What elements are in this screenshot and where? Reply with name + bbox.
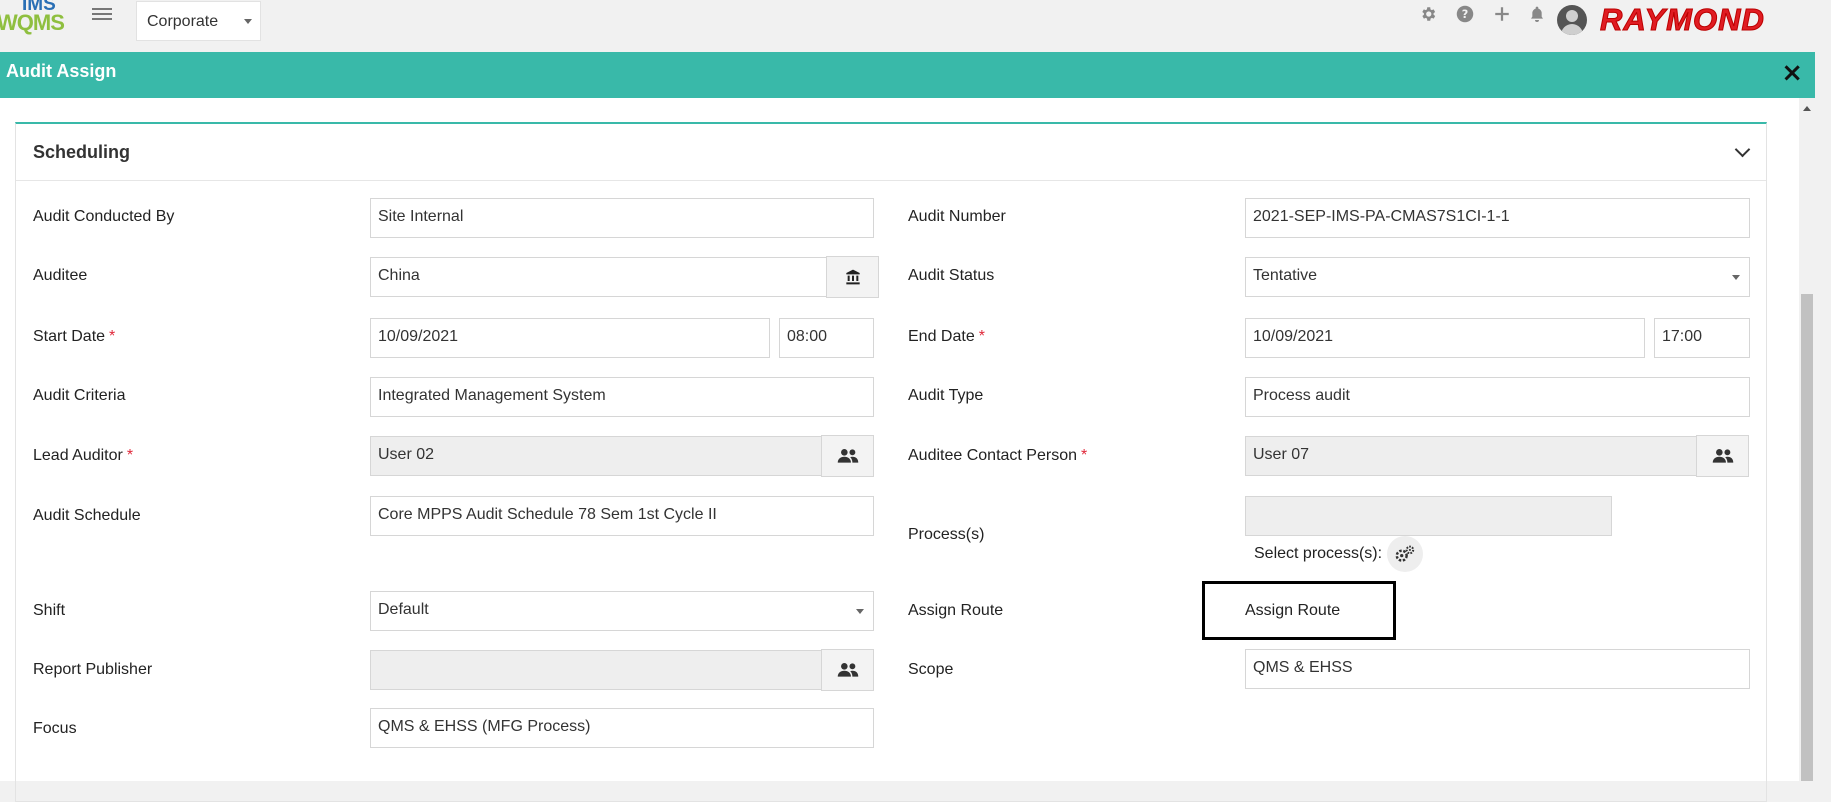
modal-header: Audit Assign × — [0, 52, 1815, 98]
help-icon[interactable]: ? — [1454, 5, 1476, 27]
chevron-down-icon[interactable] — [1734, 141, 1751, 158]
audit-assign-modal: Audit Assign × Scheduling Audit Conducte… — [0, 52, 1815, 802]
required-mark: * — [109, 328, 116, 345]
chevron-down-icon — [1732, 275, 1740, 280]
cogs-icon[interactable] — [1387, 536, 1423, 572]
plus-icon[interactable] — [1491, 5, 1513, 27]
label-shift: Shift — [33, 602, 66, 619]
organization-select-value: Corporate — [147, 13, 219, 30]
label-end-date: End Date * — [908, 328, 985, 345]
processes-input[interactable] — [1245, 496, 1612, 536]
users-icon[interactable] — [1696, 435, 1749, 477]
start-date-input[interactable]: 10/09/2021 — [370, 318, 770, 358]
panel-header[interactable]: Scheduling — [16, 124, 1766, 181]
lead-auditor-input[interactable]: User 02 — [370, 436, 822, 476]
label-focus: Focus — [33, 720, 77, 737]
auditee-input[interactable]: China — [370, 257, 827, 297]
organization-select[interactable]: Corporate — [136, 1, 261, 41]
chevron-down-icon — [856, 609, 864, 614]
report-publisher-input[interactable] — [370, 650, 822, 690]
close-icon[interactable]: × — [1781, 60, 1803, 86]
brand-logo-raymond: RAYMOND — [1600, 2, 1765, 38]
audit-status-select[interactable]: Tentative — [1245, 257, 1750, 297]
required-mark: * — [126, 447, 134, 464]
focus-input[interactable]: QMS & EHSS (MFG Process) — [370, 708, 874, 748]
label-audit-status: Audit Status — [908, 267, 995, 284]
audit-conducted-by-input[interactable]: Site Internal — [370, 198, 874, 238]
users-icon[interactable] — [821, 649, 874, 691]
gear-icon[interactable] — [1417, 5, 1439, 27]
modal-scrollbar[interactable] — [1799, 98, 1815, 781]
assign-route-button[interactable]: Assign Route — [1202, 581, 1396, 640]
bank-icon[interactable] — [826, 256, 879, 298]
scope-input[interactable]: QMS & EHSS — [1245, 649, 1750, 689]
label-auditee-contact-person: Auditee Contact Person * — [908, 447, 1088, 464]
assign-route-button-label: Assign Route — [1245, 602, 1341, 619]
audit-schedule-input[interactable]: Core MPPS Audit Schedule 78 Sem 1st Cycl… — [370, 496, 874, 536]
label-audit-schedule: Audit Schedule — [33, 507, 141, 524]
start-time-input[interactable]: 08:00 — [779, 318, 874, 358]
top-bar: IMS WQMS Corporate ? RAYMOND — [0, 0, 1831, 52]
label-assign-route: Assign Route — [908, 602, 1004, 619]
end-time-input[interactable]: 17:00 — [1654, 318, 1750, 358]
chevron-down-icon — [244, 19, 252, 24]
users-icon[interactable] — [821, 435, 874, 477]
logo-wqms-text: WQMS — [0, 10, 65, 35]
label-start-date: Start Date * — [33, 328, 116, 345]
svg-text:?: ? — [1462, 8, 1469, 21]
label-report-publisher: Report Publisher — [33, 661, 153, 678]
end-date-input[interactable]: 10/09/2021 — [1245, 318, 1645, 358]
modal-title: Audit Assign — [6, 61, 117, 81]
label-lead-auditor: Lead Auditor * — [33, 447, 134, 464]
select-processes-label: Select process(s): — [1254, 545, 1383, 562]
menu-icon[interactable] — [92, 5, 112, 23]
label-audit-type: Audit Type — [908, 387, 984, 404]
label-audit-number: Audit Number — [908, 208, 1006, 225]
panel-title: Scheduling — [33, 142, 131, 162]
audit-type-input[interactable]: Process audit — [1245, 377, 1750, 417]
audit-criteria-input[interactable]: Integrated Management System — [370, 377, 874, 417]
label-auditee: Auditee — [33, 267, 88, 284]
label-processes: Process(s) — [908, 526, 985, 543]
shift-value: Default — [378, 601, 429, 618]
label-audit-criteria: Audit Criteria — [33, 387, 126, 404]
scrollbar-thumb[interactable] — [1801, 294, 1813, 781]
shift-select[interactable]: Default — [370, 591, 874, 631]
app-logo[interactable]: IMS WQMS — [0, 0, 65, 40]
scroll-up-arrow-icon[interactable] — [1803, 106, 1811, 111]
audit-status-value: Tentative — [1253, 267, 1318, 284]
bell-icon[interactable] — [1526, 5, 1548, 27]
label-scope: Scope — [908, 661, 954, 678]
user-avatar[interactable] — [1557, 5, 1587, 35]
required-mark: * — [978, 328, 985, 345]
label-audit-conducted-by: Audit Conducted By — [33, 208, 175, 225]
audit-number-input[interactable]: 2021-SEP-IMS-PA-CMAS7S1CI-1-1 — [1245, 198, 1750, 238]
required-mark: * — [1081, 447, 1088, 464]
auditee-contact-input[interactable]: User 07 — [1245, 436, 1697, 476]
